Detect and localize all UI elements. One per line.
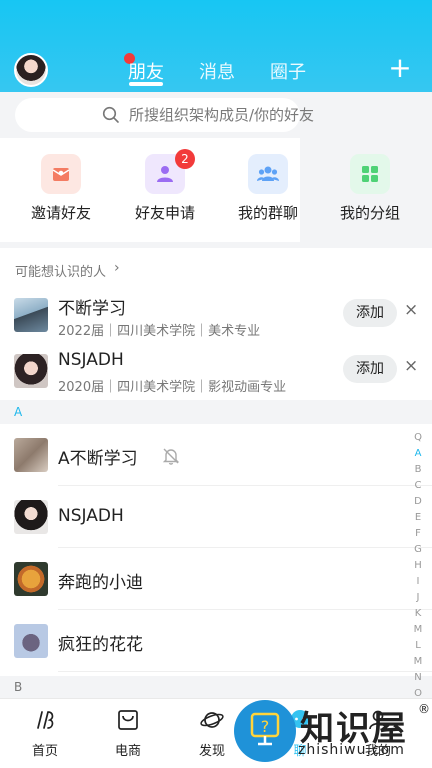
index-letter[interactable]: C	[410, 478, 426, 494]
suggestion-info: 2020届｜四川美术学院｜影视动画专业	[58, 380, 287, 395]
suggestion-row[interactable]: 不断学习 2022届｜四川美术学院｜美术专业 添加 ×	[0, 298, 432, 348]
contact-name: A不断学习	[58, 449, 138, 469]
avatar	[14, 624, 48, 658]
index-letter[interactable]: D	[410, 494, 426, 510]
index-letter[interactable]: J	[410, 590, 426, 606]
avatar	[14, 298, 48, 332]
section-letter: A	[14, 405, 23, 419]
tab-messages[interactable]: 消息	[199, 58, 235, 84]
suggestion-name: NSJADH	[58, 350, 124, 370]
contact-name: 疯狂的花花	[58, 635, 143, 655]
home-icon	[37, 711, 54, 729]
invite-friends-label: 邀请好友	[30, 204, 91, 222]
section-letter: B	[14, 680, 23, 694]
watermark-domain: zhishiwu.com	[298, 742, 405, 758]
active-tab-indicator	[129, 82, 163, 86]
index-letter[interactable]: E	[410, 510, 426, 526]
divider	[58, 671, 432, 672]
nav-label: 发现	[198, 744, 225, 759]
index-letter[interactable]: N	[410, 670, 426, 686]
list-item[interactable]: 疯狂的花花	[0, 610, 432, 672]
list-item[interactable]: NSJADH	[0, 486, 432, 548]
index-letter[interactable]: L	[410, 638, 426, 654]
search-icon	[102, 106, 119, 123]
add-button[interactable]: +	[388, 53, 412, 83]
watermark-registered: ®	[418, 702, 430, 716]
index-letter[interactable]: F	[410, 526, 426, 542]
index-letter[interactable]: G	[410, 542, 426, 558]
mute-bell-icon	[162, 448, 180, 465]
friend-request-label: 好友申请	[134, 204, 195, 222]
contact-name: NSJADH	[58, 506, 124, 526]
nav-label: 首页	[31, 744, 58, 759]
tab-friends[interactable]: 朋友	[128, 58, 164, 84]
planet-icon	[200, 712, 224, 728]
nav-discover[interactable]: 发现	[182, 708, 242, 759]
watermark-logo: ?	[234, 700, 296, 762]
nav-shop[interactable]: 电商	[98, 708, 158, 759]
my-avatar[interactable]	[14, 53, 48, 87]
index-letter[interactable]: I	[410, 574, 426, 590]
list-item[interactable]: 奔跑的小迪	[0, 548, 432, 610]
invite-icon	[41, 154, 81, 194]
index-letter[interactable]: B	[410, 462, 426, 478]
dismiss-icon[interactable]: ×	[404, 356, 418, 376]
add-friend-button[interactable]: 添加	[343, 299, 397, 327]
dismiss-icon[interactable]: ×	[404, 300, 418, 320]
contact-name: 奔跑的小迪	[58, 573, 143, 593]
group-chat-entry[interactable]: 我的群聊	[228, 154, 308, 234]
index-letter[interactable]: H	[410, 558, 426, 574]
avatar	[14, 438, 48, 472]
my-groups-entry[interactable]: 我的分组	[330, 154, 410, 234]
avatar	[14, 500, 48, 534]
suggestions-title[interactable]: 可能想认识的人	[15, 261, 106, 280]
help-screen-icon: ?	[250, 712, 280, 746]
suggestion-info: 2022届｜四川美术学院｜美术专业	[58, 324, 261, 339]
index-letter[interactable]: M	[410, 622, 426, 638]
list-item[interactable]: A不断学习	[0, 424, 432, 486]
friend-request-entry[interactable]: 2 好友申请	[125, 149, 205, 234]
index-letter[interactable]: A	[410, 446, 426, 462]
nav-home[interactable]: 首页	[15, 708, 75, 759]
nav-label: 电商	[114, 744, 141, 759]
shopping-bag-icon	[118, 710, 138, 730]
chevron-right-icon[interactable]: ›	[114, 260, 120, 276]
avatar	[14, 562, 48, 596]
section-header-b	[0, 676, 432, 698]
invite-friends-entry[interactable]: 邀请好友	[21, 154, 101, 234]
search-placeholder: 所搜组织架构成员/你的好友	[129, 106, 315, 124]
index-letter[interactable]: K	[410, 606, 426, 622]
index-letter[interactable]: Q	[410, 430, 426, 446]
my-groups-label: 我的分组	[339, 204, 400, 222]
suggestion-row[interactable]: NSJADH 2020届｜四川美术学院｜影视动画专业 添加 ×	[0, 350, 432, 404]
alphabet-index[interactable]: Q A B C D E F G H I J K M L M N O	[410, 430, 426, 702]
avatar	[14, 354, 48, 388]
grid-icon	[350, 154, 390, 194]
index-letter[interactable]: M	[410, 654, 426, 670]
section-header-a	[0, 402, 300, 424]
svg-text:?: ?	[261, 717, 270, 736]
add-friend-button[interactable]: 添加	[343, 355, 397, 383]
friend-request-badge: 2	[175, 149, 195, 169]
suggestion-name: 不断学习	[58, 299, 126, 319]
tab-circle[interactable]: 圈子	[270, 58, 306, 84]
group-chat-icon	[248, 154, 288, 194]
group-chat-label: 我的群聊	[237, 204, 298, 222]
